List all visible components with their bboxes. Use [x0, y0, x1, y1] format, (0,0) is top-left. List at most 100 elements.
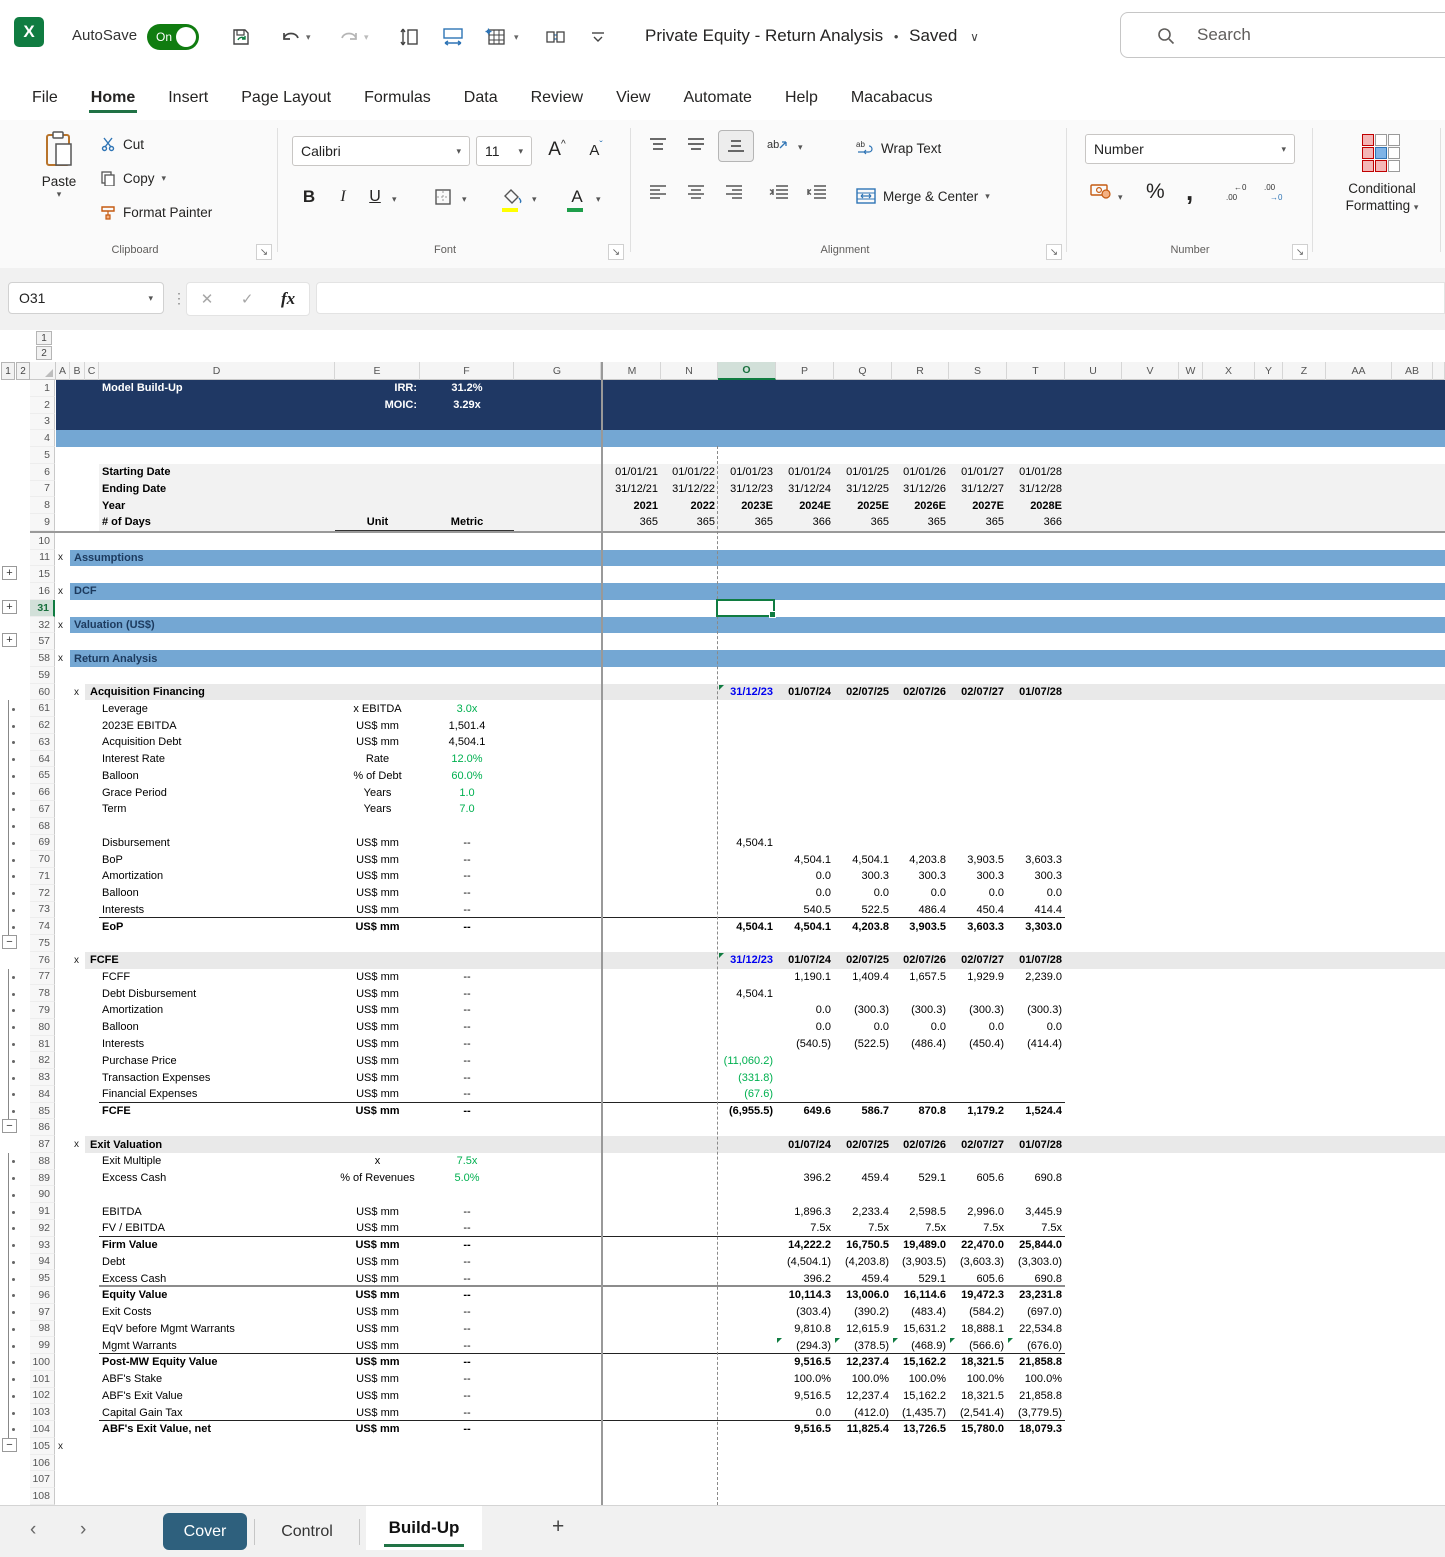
cell-F80[interactable]: --	[420, 1019, 514, 1036]
row-header-84[interactable]: 84	[30, 1086, 55, 1103]
cell-E99[interactable]: US$ mm	[335, 1337, 420, 1354]
cell-D74[interactable]: EoP	[99, 918, 335, 935]
menu-tab-formulas[interactable]: Formulas	[362, 83, 433, 113]
cell-R103[interactable]: (1,435.7)	[892, 1404, 949, 1421]
cell-F81[interactable]: --	[420, 1036, 514, 1053]
cell-P77[interactable]: 1,190.1	[776, 969, 834, 986]
cell-F101[interactable]: --	[420, 1371, 514, 1388]
cell-E93[interactable]: US$ mm	[335, 1237, 420, 1254]
name-box-dropdown-icon[interactable]: ▾	[148, 293, 153, 304]
cell-D72[interactable]: Balloon	[99, 885, 335, 902]
column-header-Z[interactable]: Z	[1283, 362, 1326, 380]
cell-Q91[interactable]: 2,233.4	[834, 1203, 892, 1220]
cell-M7[interactable]: 31/12/21	[604, 481, 661, 498]
section-band[interactable]	[70, 583, 1445, 600]
cell-D70[interactable]: BoP	[99, 851, 335, 868]
sheet-tab-cover[interactable]: Cover	[163, 1513, 247, 1550]
insert-function-icon[interactable]: fx	[281, 289, 295, 309]
cell-P103[interactable]: 0.0	[776, 1404, 834, 1421]
column-header-N[interactable]: N	[661, 362, 718, 380]
row-header-89[interactable]: 89	[30, 1170, 55, 1187]
cell-S71[interactable]: 300.3	[949, 868, 1007, 885]
row-header-91[interactable]: 91	[30, 1203, 55, 1220]
cell-D67[interactable]: Term	[99, 801, 335, 818]
cell-P81[interactable]: (540.5)	[776, 1036, 834, 1053]
insert-table-dropdown-icon[interactable]: ▾	[514, 32, 519, 43]
cell-D94[interactable]: Debt	[99, 1254, 335, 1271]
section-band[interactable]	[70, 550, 1445, 567]
cell-S103[interactable]: (2,541.4)	[949, 1404, 1007, 1421]
format-painter-button[interactable]: Format Painter	[100, 200, 212, 224]
cell-D61[interactable]: Leverage	[99, 700, 335, 717]
cell-D64[interactable]: Interest Rate	[99, 751, 335, 768]
merge-center-button[interactable]: Merge & Center ▾	[856, 184, 990, 208]
cell-Q6[interactable]: 01/01/25	[834, 464, 892, 481]
cell-E83[interactable]: US$ mm	[335, 1069, 420, 1086]
row-header-77[interactable]: 77	[30, 969, 55, 986]
cell-P100[interactable]: 9,516.5	[776, 1354, 834, 1371]
cell-Q93[interactable]: 16,750.5	[834, 1237, 892, 1254]
cell-R81[interactable]: (486.4)	[892, 1036, 949, 1053]
cell-S94[interactable]: (3,603.3)	[949, 1254, 1007, 1271]
cell-R92[interactable]: 7.5x	[892, 1220, 949, 1237]
cell-Q87[interactable]: 02/07/25	[834, 1136, 892, 1153]
cell-P7[interactable]: 31/12/24	[776, 481, 834, 498]
cell-Q97[interactable]: (390.2)	[834, 1304, 892, 1321]
align-right-button[interactable]	[724, 184, 744, 200]
cell-F102[interactable]: --	[420, 1388, 514, 1405]
cell-R80[interactable]: 0.0	[892, 1019, 949, 1036]
cell-P92[interactable]: 7.5x	[776, 1220, 834, 1237]
increase-font-size-button[interactable]: A^	[541, 134, 573, 166]
cell-E89[interactable]: % of Revenues	[335, 1170, 420, 1187]
cell-P87[interactable]: 01/07/24	[776, 1136, 834, 1153]
cell-M8[interactable]: 2021	[604, 497, 661, 514]
cell-R100[interactable]: 15,162.2	[892, 1354, 949, 1371]
next-sheet-icon[interactable]: ›	[80, 1519, 86, 1541]
cell-T99[interactable]: (676.0)	[1007, 1337, 1065, 1354]
cell-O82[interactable]: (11,060.2)	[718, 1052, 776, 1069]
decrease-font-size-button[interactable]: Aˇ	[580, 134, 612, 166]
cell-T87[interactable]: 01/07/28	[1007, 1136, 1065, 1153]
cancel-icon[interactable]: ✕	[201, 290, 214, 308]
row-header-97[interactable]: 97	[30, 1304, 55, 1321]
cell-D104[interactable]: ABF's Exit Value, net	[99, 1421, 335, 1438]
cell-R60[interactable]: 02/07/26	[892, 684, 949, 701]
cell-D8[interactable]: Year	[99, 497, 335, 514]
number-dialog-launcher-icon[interactable]: ↘	[1292, 244, 1308, 260]
cell-E65[interactable]: % of Debt	[335, 767, 420, 784]
cell-D82[interactable]: Purchase Price	[99, 1052, 335, 1069]
menu-tab-data[interactable]: Data	[462, 83, 500, 113]
cell-E62[interactable]: US$ mm	[335, 717, 420, 734]
cell-D9[interactable]: # of Days	[99, 514, 335, 531]
row-header-1[interactable]: 1	[30, 380, 55, 397]
cell-F99[interactable]: --	[420, 1337, 514, 1354]
cell-R98[interactable]: 15,631.2	[892, 1321, 949, 1338]
cell-R6[interactable]: 01/01/26	[892, 464, 949, 481]
cell-D100[interactable]: Post-MW Equity Value	[99, 1354, 335, 1371]
cell-Q89[interactable]: 459.4	[834, 1170, 892, 1187]
outline-minus-button[interactable]: −	[2, 1438, 17, 1452]
cell-S96[interactable]: 19,472.3	[949, 1287, 1007, 1304]
cell-E2[interactable]: MOIC:	[335, 397, 420, 414]
row-header-61[interactable]: 61	[30, 700, 55, 717]
cell-S79[interactable]: (300.3)	[949, 1002, 1007, 1019]
cell-E66[interactable]: Years	[335, 784, 420, 801]
add-sheet-button[interactable]: +	[552, 1515, 564, 1539]
cell-Q70[interactable]: 4,504.1	[834, 851, 892, 868]
cell-S81[interactable]: (450.4)	[949, 1036, 1007, 1053]
cell-F79[interactable]: --	[420, 1002, 514, 1019]
outline-plus-button[interactable]: +	[2, 633, 17, 647]
cell-O84[interactable]: (67.6)	[718, 1086, 776, 1103]
cell-E70[interactable]: US$ mm	[335, 851, 420, 868]
insert-table-icon[interactable]	[482, 24, 508, 50]
cell-F97[interactable]: --	[420, 1304, 514, 1321]
cell-T8[interactable]: 2028E	[1007, 497, 1065, 514]
cell-D85[interactable]: FCFE	[99, 1103, 335, 1120]
cell-F72[interactable]: --	[420, 885, 514, 902]
column-header-M[interactable]: M	[604, 362, 661, 380]
underline-button[interactable]: U	[362, 182, 388, 212]
column-header-O[interactable]: O	[718, 362, 776, 380]
row-header-95[interactable]: 95	[30, 1270, 55, 1287]
cell-F67[interactable]: 7.0	[420, 801, 514, 818]
cell-T89[interactable]: 690.8	[1007, 1170, 1065, 1187]
